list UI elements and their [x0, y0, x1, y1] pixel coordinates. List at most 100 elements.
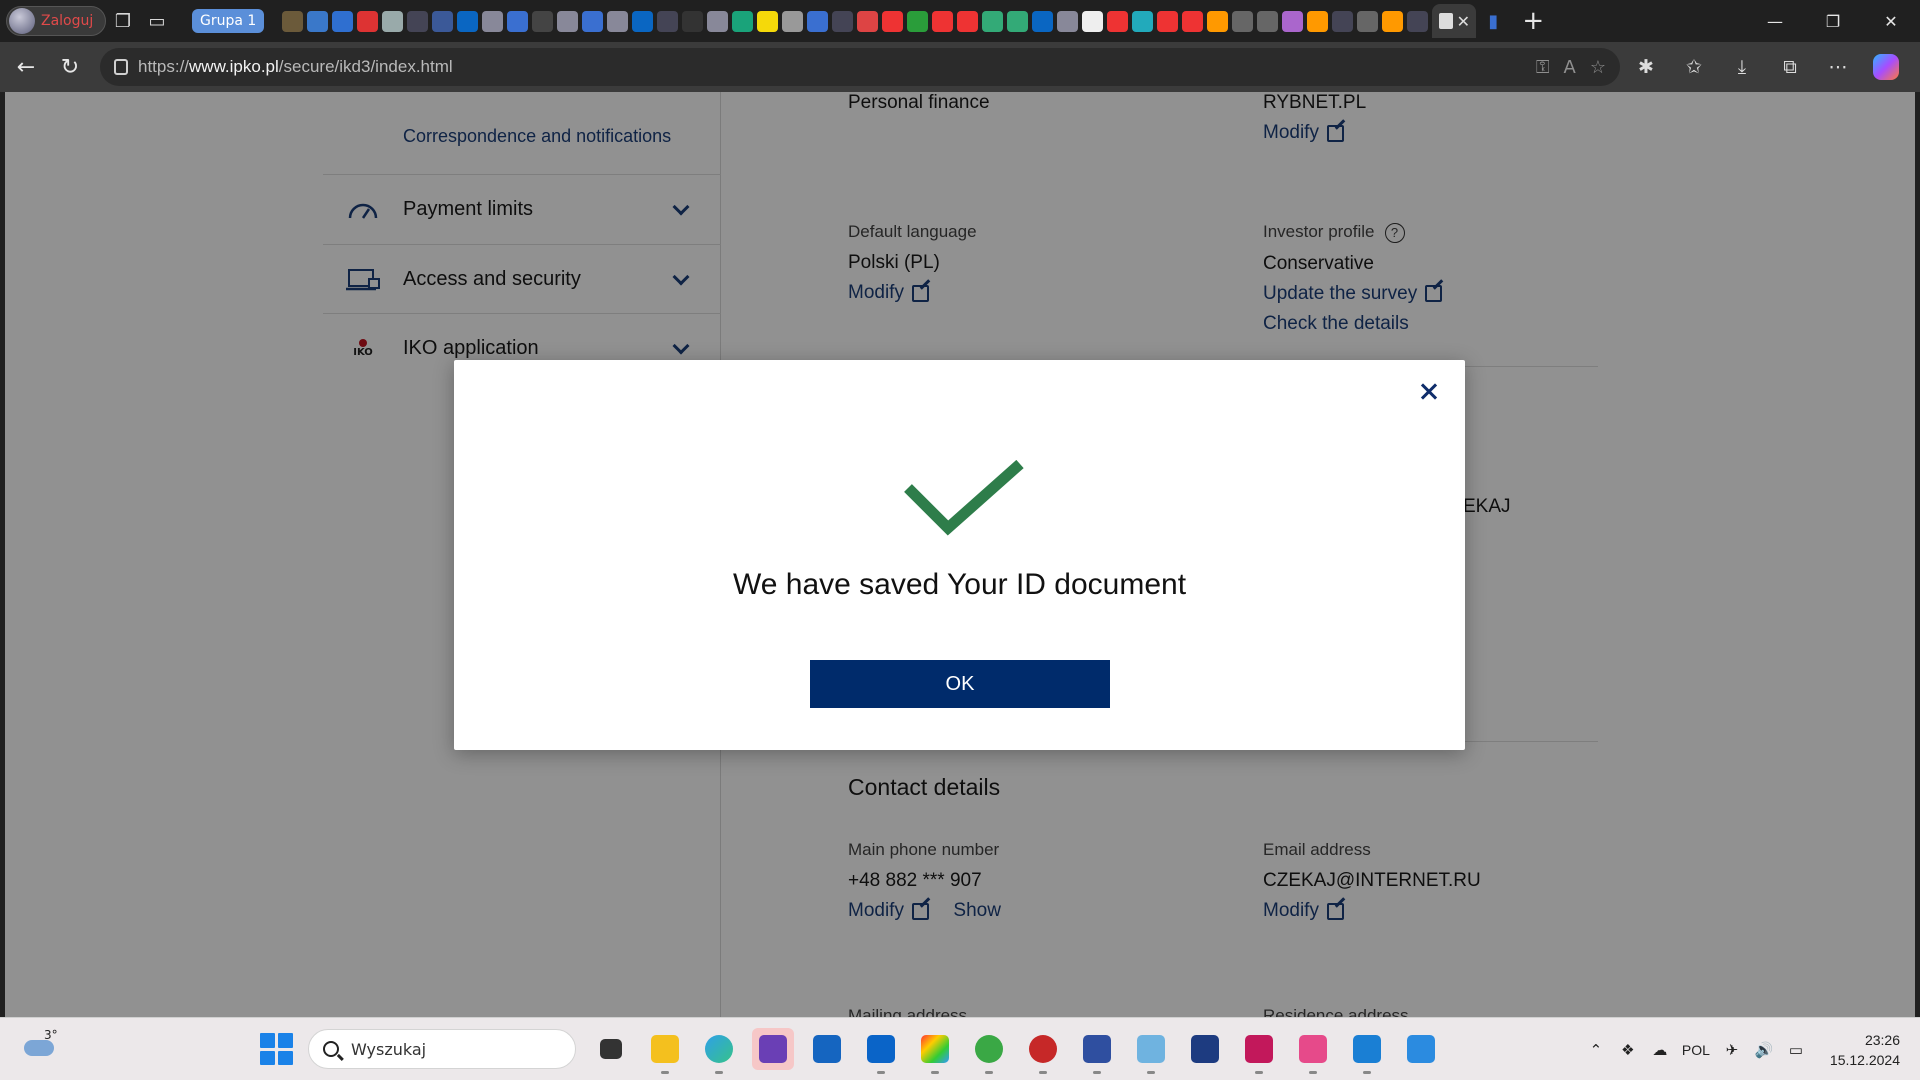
minimize-button[interactable]: —: [1746, 0, 1804, 42]
dropbox-icon[interactable]: ❖: [1618, 1040, 1638, 1060]
collections-icon[interactable]: ⧉: [1770, 49, 1810, 85]
tab-favicon[interactable]: [1282, 10, 1304, 32]
tab-favicon[interactable]: [1357, 10, 1379, 32]
vscode-icon[interactable]: [1346, 1028, 1388, 1074]
refresh-button[interactable]: ↻: [48, 47, 92, 87]
tab-favicon[interactable]: [957, 10, 979, 32]
photos-icon[interactable]: [1400, 1028, 1442, 1070]
clock[interactable]: 23:26 15.12.2024: [1830, 1030, 1900, 1070]
app-icon[interactable]: [1238, 1028, 1280, 1074]
tab-favicon[interactable]: [1057, 10, 1079, 32]
tab-favicon[interactable]: [582, 10, 604, 32]
downloads-icon[interactable]: ⤓: [1722, 49, 1762, 85]
tab-favicon[interactable]: [532, 10, 554, 32]
chevron-up-icon[interactable]: ⌃: [1586, 1040, 1606, 1060]
tab-favicon[interactable]: [1207, 10, 1229, 32]
tab-group-chip[interactable]: Grupa 1: [192, 9, 265, 33]
volume-icon[interactable]: 🔊: [1754, 1040, 1774, 1060]
url-field[interactable]: https://www.ipko.pl/secure/ikd3/index.ht…: [100, 48, 1620, 86]
star-icon[interactable]: ☆: [1590, 57, 1606, 78]
tab-favicon[interactable]: [282, 10, 304, 32]
tab-favicon[interactable]: [807, 10, 829, 32]
new-tab-button[interactable]: +: [1522, 6, 1544, 36]
tab-favicon[interactable]: [1257, 10, 1279, 32]
windows-start-icon[interactable]: [258, 1031, 294, 1067]
tab-favicon[interactable]: [1157, 10, 1179, 32]
app-icon[interactable]: [1184, 1028, 1226, 1070]
tab-favicon[interactable]: [932, 10, 954, 32]
app-icon[interactable]: [968, 1028, 1010, 1074]
taskbar-apps: [590, 1028, 1442, 1074]
tab-favicon[interactable]: [332, 10, 354, 32]
app-icon[interactable]: [1022, 1028, 1064, 1074]
extensions-icon[interactable]: ✱: [1626, 49, 1666, 85]
file-explorer-icon[interactable]: [644, 1028, 686, 1074]
edge-icon[interactable]: [698, 1028, 740, 1074]
outlook-icon[interactable]: [860, 1028, 902, 1074]
tab-favicon[interactable]: [1032, 10, 1054, 32]
tab-favicon[interactable]: [1132, 10, 1154, 32]
tab-favicon[interactable]: [407, 10, 429, 32]
tab-favicon[interactable]: [557, 10, 579, 32]
favorites-icon[interactable]: ✩: [1674, 49, 1714, 85]
battery-icon[interactable]: ▭: [1786, 1040, 1806, 1060]
tab-favicon[interactable]: [1007, 10, 1029, 32]
save-app-icon[interactable]: [752, 1028, 794, 1070]
tab-favicon[interactable]: [1382, 10, 1404, 32]
ok-button[interactable]: OK: [810, 660, 1110, 708]
app-icon[interactable]: [1130, 1028, 1172, 1074]
tab-favicon[interactable]: [782, 10, 804, 32]
tab-favicon[interactable]: [1332, 10, 1354, 32]
tab-favicon[interactable]: [607, 10, 629, 32]
snipping-tool-icon[interactable]: [1292, 1028, 1334, 1074]
tab-actions-icon[interactable]: ▭: [140, 4, 174, 38]
task-view-icon[interactable]: [590, 1028, 632, 1070]
store-icon[interactable]: [806, 1028, 848, 1070]
tab-favicon[interactable]: [432, 10, 454, 32]
tab-favicon[interactable]: [632, 10, 654, 32]
tab-favicon[interactable]: [707, 10, 729, 32]
tab-favicon[interactable]: [1107, 10, 1129, 32]
active-tab[interactable]: ✕: [1432, 4, 1477, 38]
language-indicator[interactable]: POL: [1682, 1042, 1710, 1058]
close-icon[interactable]: [1413, 376, 1445, 408]
tab-favicon[interactable]: [457, 10, 479, 32]
tab-favicon[interactable]: [1407, 10, 1429, 32]
tab-favicon[interactable]: [1082, 10, 1104, 32]
tab-favicon[interactable]: [682, 10, 704, 32]
airplane-icon[interactable]: ✈: [1722, 1040, 1742, 1060]
app-icon[interactable]: [914, 1028, 956, 1074]
tab-favicon[interactable]: ▮: [1476, 4, 1510, 38]
app-icon[interactable]: [1076, 1028, 1118, 1074]
restore-button[interactable]: ❐: [1804, 0, 1862, 42]
dialog-message: We have saved Your ID document: [732, 568, 1187, 601]
weather-widget[interactable]: 3°: [22, 1028, 58, 1058]
read-aloud-icon[interactable]: A: [1564, 57, 1576, 78]
tab-favicon[interactable]: [1232, 10, 1254, 32]
cloud-sync-icon[interactable]: ☁: [1650, 1040, 1670, 1060]
close-window-button[interactable]: ✕: [1862, 0, 1920, 42]
tab-favicon[interactable]: [857, 10, 879, 32]
tab-close-icon[interactable]: ✕: [1457, 12, 1470, 31]
tab-favicon[interactable]: [732, 10, 754, 32]
key-icon[interactable]: ⚿: [1536, 57, 1550, 78]
tab-favicon[interactable]: [982, 10, 1004, 32]
tab-favicon[interactable]: [1182, 10, 1204, 32]
copilot-icon[interactable]: [1866, 49, 1906, 85]
tab-favicon[interactable]: [882, 10, 904, 32]
profile-button[interactable]: Zaloguj: [6, 6, 106, 36]
tab-favicon[interactable]: [482, 10, 504, 32]
tab-favicon[interactable]: [1307, 10, 1329, 32]
tab-favicon[interactable]: [907, 10, 929, 32]
tab-favicon[interactable]: [657, 10, 679, 32]
tab-favicon[interactable]: [757, 10, 779, 32]
tab-favicon[interactable]: [832, 10, 854, 32]
tab-favicon[interactable]: [507, 10, 529, 32]
tab-favicon[interactable]: [357, 10, 379, 32]
workspaces-icon[interactable]: ❐: [106, 4, 140, 38]
back-button[interactable]: ←: [4, 47, 48, 87]
more-menu-icon[interactable]: ⋯: [1818, 49, 1858, 85]
taskbar-search[interactable]: Wyszukaj: [308, 1029, 576, 1069]
tab-favicon[interactable]: [307, 10, 329, 32]
tab-favicon[interactable]: [382, 10, 404, 32]
